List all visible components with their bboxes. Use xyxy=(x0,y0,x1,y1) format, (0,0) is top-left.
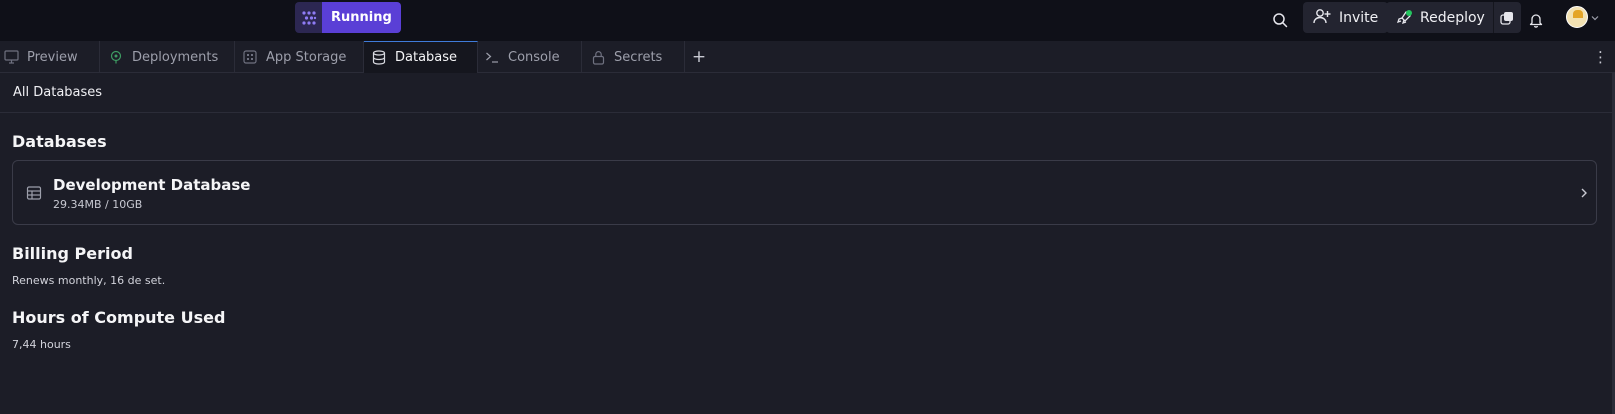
tab-app-storage[interactable]: App Storage xyxy=(235,41,364,73)
tab-label: App Storage xyxy=(266,49,347,65)
avatar[interactable] xyxy=(1566,6,1588,28)
databases-heading: Databases xyxy=(12,132,107,151)
redeploy-button[interactable]: Redeploy xyxy=(1386,2,1493,33)
tab-preview[interactable]: Preview xyxy=(0,41,100,73)
tab-database[interactable]: Database xyxy=(364,41,478,73)
chevron-right-icon xyxy=(1577,185,1591,201)
chevron-down-icon xyxy=(1590,8,1600,27)
search-icon[interactable] xyxy=(1265,5,1295,35)
tab-label: Preview xyxy=(27,49,78,65)
invite-button[interactable]: Invite xyxy=(1303,2,1389,33)
copy-icon[interactable] xyxy=(1492,2,1521,33)
tab-secrets[interactable]: Secrets xyxy=(582,41,685,73)
billing-period-text: Renews monthly, 16 de set. xyxy=(12,274,166,287)
running-status-button[interactable]: Running xyxy=(322,2,401,33)
tab-deployments[interactable]: Deployments xyxy=(100,41,235,73)
tab-label: Secrets xyxy=(614,49,663,65)
more-options-icon[interactable]: ⋮ xyxy=(1593,47,1608,67)
status-dot xyxy=(1406,9,1412,16)
database-card[interactable]: Development Database 29.34MB / 10GB xyxy=(12,160,1597,225)
database-usage: 29.34MB / 10GB xyxy=(53,198,143,211)
breadcrumb[interactable]: All Databases xyxy=(13,85,102,100)
database-icon xyxy=(371,50,387,66)
deploy-icon xyxy=(108,49,124,65)
rocket-icon xyxy=(1396,9,1412,26)
run-status-group[interactable]: Running xyxy=(295,2,401,33)
compute-hours-text: 7,44 hours xyxy=(12,338,71,351)
tab-console[interactable]: Console xyxy=(478,41,582,73)
compute-hours-heading: Hours of Compute Used xyxy=(12,308,226,327)
add-tab-button[interactable]: + xyxy=(690,48,708,66)
invite-label: Invite xyxy=(1339,9,1379,26)
tab-label: Console xyxy=(508,49,560,65)
monitor-icon xyxy=(3,49,19,65)
bell-icon[interactable] xyxy=(1521,5,1551,35)
billing-period-heading: Billing Period xyxy=(12,244,133,263)
account-menu[interactable] xyxy=(1566,5,1600,29)
database-name: Development Database xyxy=(53,176,251,194)
grid-dots-icon[interactable] xyxy=(295,2,322,33)
tab-label: Deployments xyxy=(132,49,219,65)
storage-icon xyxy=(242,49,258,65)
top-bar: Running Invite Redeploy xyxy=(0,0,1615,41)
divider xyxy=(0,112,1615,113)
redeploy-label: Redeploy xyxy=(1420,9,1485,26)
table-icon xyxy=(26,185,42,201)
tab-bar: Preview Deployments App Storage Database… xyxy=(0,41,1615,73)
redeploy-group: Redeploy xyxy=(1386,2,1521,33)
terminal-icon xyxy=(484,49,500,65)
user-plus-icon xyxy=(1313,8,1331,28)
lock-icon xyxy=(590,49,606,65)
tab-label: Database xyxy=(395,50,458,65)
